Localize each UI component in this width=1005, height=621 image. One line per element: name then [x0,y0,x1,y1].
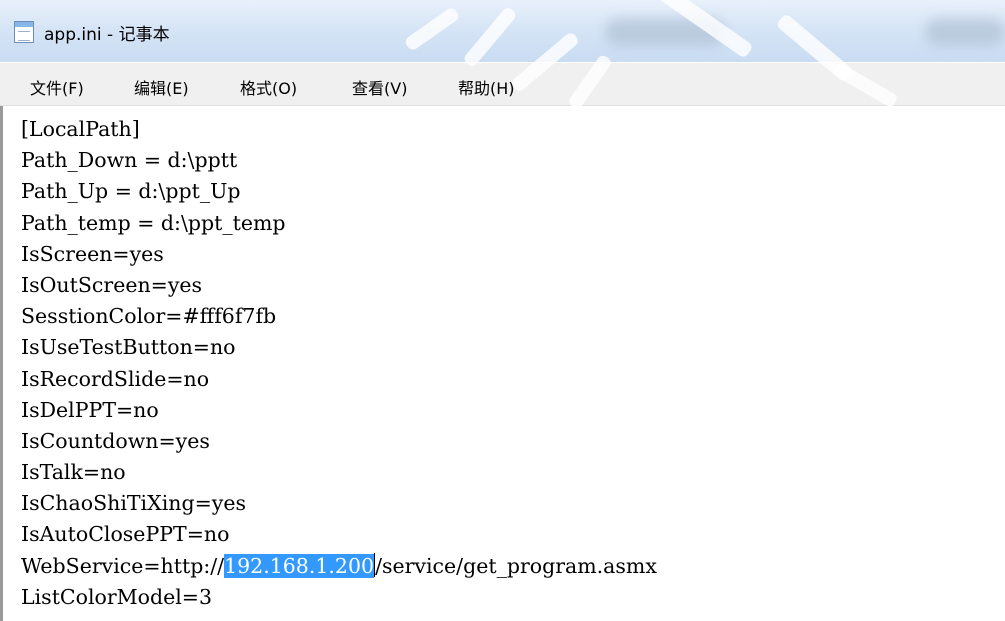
text-line: IsCountdown=yes [21,428,210,453]
text-line: IsRecordSlide=no [21,366,210,391]
text-line: IsUseTestButton=no [21,335,236,360]
menu-edit[interactable]: 编辑(E) [134,75,189,99]
webservice-suffix: /service/get_program.asmx [375,553,657,578]
text-line: Path_temp = d:\ppt_temp [21,210,286,235]
text-line: IsScreen=yes [21,241,164,266]
menu-format[interactable]: 格式(O) [240,75,297,99]
webservice-line: WebService=http://192.168.1.200/service/… [21,551,657,582]
menu-file[interactable]: 文件(F) [30,75,84,99]
blurred-region [925,18,1005,46]
window-title: app.ini - 记事本 [44,25,170,45]
text-line: IsDelPPT=no [21,397,159,422]
text-line: Path_Up = d:\ppt_Up [21,179,241,204]
text-line: Path_Down = d:\pptt [21,148,238,173]
text-line: IsChaoShiTiXing=yes [21,491,246,516]
text-line: IsTalk=no [21,460,126,485]
webservice-prefix: WebService=http:// [21,553,225,578]
text-line: [LocalPath] [21,117,140,141]
menu-help[interactable]: 帮助(H) [458,75,515,99]
editor-content[interactable]: [LocalPath] Path_Down = d:\pptt Path_Up … [21,114,657,613]
notepad-window: app.ini - 记事本 文件(F) 编辑(E) 格式(O) 查看(V) 帮助… [0,0,1005,621]
text-line: ListColorModel=3 [21,584,213,609]
text-line: IsOutScreen=yes [21,272,203,297]
menu-view[interactable]: 查看(V) [352,75,407,99]
text-editor[interactable]: [LocalPath] Path_Down = d:\pptt Path_Up … [0,106,1005,621]
text-line: SesstionColor=#fff6f7fb [21,304,277,329]
text-line: IsAutoClosePPT=no [21,522,230,547]
selected-ip-text[interactable]: 192.168.1.200 [224,553,375,578]
notepad-icon [14,21,34,43]
